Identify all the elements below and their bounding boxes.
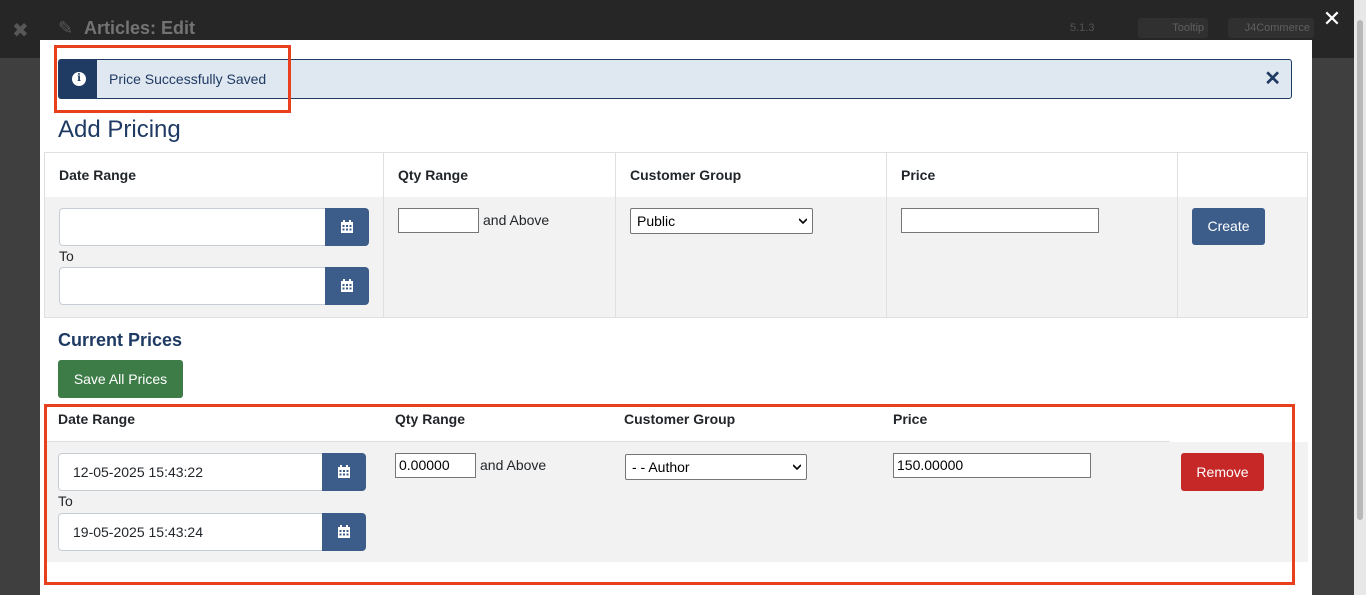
to-date-input[interactable]: [59, 267, 326, 305]
qty-input[interactable]: [398, 208, 479, 233]
page-scrollbar[interactable]: [1354, 0, 1366, 595]
header-price: Price: [893, 411, 928, 427]
header-qty-range: Qty Range: [398, 167, 469, 183]
from-date-input[interactable]: [59, 208, 326, 246]
header-customer-group: Customer Group: [624, 411, 736, 427]
price-input[interactable]: 150.00000: [893, 453, 1091, 478]
table-header-row: Date Range Qty Range Customer Group Pric…: [44, 404, 1170, 442]
customer-group-select[interactable]: Public: [630, 208, 813, 234]
table-row: 12-05-2025 15:43:22 To 19-05-2025 15:43:…: [44, 442, 1308, 562]
customer-group-select[interactable]: - - Author: [625, 454, 807, 480]
success-alert: i Price Successfully Saved ✕: [58, 59, 1292, 99]
and-above-label: and Above: [483, 212, 550, 228]
to-label: To: [59, 248, 74, 264]
to-date-calendar-button[interactable]: [322, 513, 366, 551]
header-date-range: Date Range: [58, 411, 136, 427]
remove-button[interactable]: Remove: [1181, 453, 1264, 491]
create-button[interactable]: Create: [1192, 208, 1265, 245]
header-price: Price: [901, 167, 936, 183]
pencil-icon: ✎: [58, 18, 74, 38]
current-prices-title: Current Prices: [58, 330, 183, 350]
add-pricing-table: Date Range Qty Range Customer Group Pric…: [44, 152, 1308, 318]
chevron-down-icon: [799, 218, 807, 225]
add-pricing-title: Add Pricing: [58, 116, 181, 143]
pricing-modal: i Price Successfully Saved ✕ Add Pricing…: [40, 40, 1312, 595]
table-divider: [1177, 152, 1178, 317]
info-icon: i: [72, 72, 86, 86]
from-date-input[interactable]: 12-05-2025 15:43:22: [58, 453, 323, 491]
table-divider: [886, 152, 887, 317]
background-version: 5.1.3: [1070, 22, 1095, 34]
table-header-row: Date Range Qty Range Customer Group Pric…: [44, 152, 1308, 198]
chevron-down-icon: [793, 464, 801, 471]
from-date-calendar-button[interactable]: [322, 453, 366, 491]
scrollbar-thumb[interactable]: [1357, 20, 1363, 520]
price-input[interactable]: [901, 208, 1099, 233]
save-all-prices-button[interactable]: Save All Prices: [58, 360, 183, 398]
calendar-icon: [338, 465, 350, 478]
table-divider: [44, 152, 45, 317]
header-date-range: Date Range: [59, 167, 137, 183]
calendar-icon: [341, 220, 353, 233]
background-toolbar-button: Tooltip: [1138, 18, 1208, 38]
to-date-calendar-button[interactable]: [325, 267, 369, 305]
alert-close-icon[interactable]: ✕: [1264, 66, 1281, 91]
current-prices-table: Date Range Qty Range Customer Group Pric…: [44, 404, 1308, 564]
background-toolbar-button: J4Commerce: [1228, 18, 1314, 38]
from-date-calendar-button[interactable]: [325, 208, 369, 246]
qty-input[interactable]: 0.00000: [395, 453, 476, 478]
joomla-logo-icon: ✖: [12, 20, 29, 42]
to-label: To: [58, 493, 73, 509]
to-date-input[interactable]: 19-05-2025 15:43:24: [58, 513, 323, 551]
alert-message: Price Successfully Saved: [109, 71, 267, 87]
modal-close-icon[interactable]: ✕: [1322, 8, 1342, 30]
table-row: To and Above Public Create: [44, 197, 1308, 318]
table-divider: [383, 152, 384, 317]
alert-icon-box: i: [59, 60, 97, 98]
table-divider: [615, 152, 616, 317]
customer-group-value: - - Author: [632, 459, 690, 475]
and-above-label: and Above: [480, 457, 547, 473]
calendar-icon: [338, 525, 350, 538]
background-page-title: Articles: Edit: [84, 18, 196, 38]
header-customer-group: Customer Group: [630, 167, 742, 183]
calendar-icon: [341, 279, 353, 292]
customer-group-value: Public: [637, 213, 676, 229]
table-divider: [1307, 152, 1308, 317]
header-qty-range: Qty Range: [395, 411, 466, 427]
